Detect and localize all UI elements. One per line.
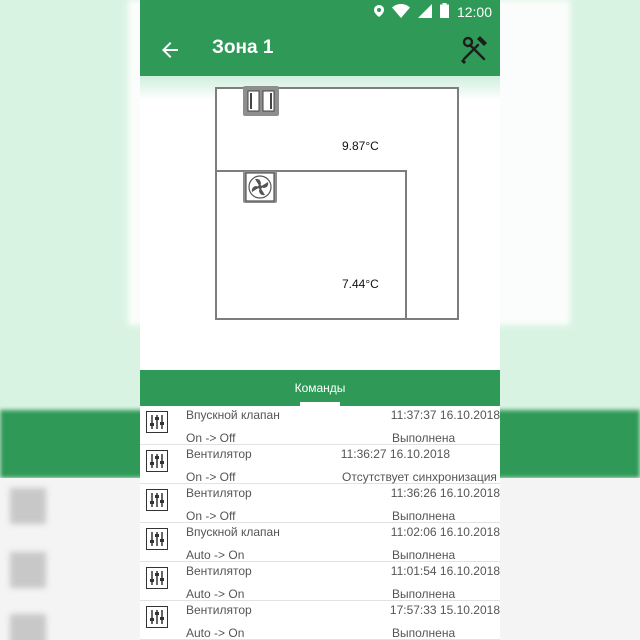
sliders-icon (146, 411, 168, 433)
command-status: Выполнена (392, 509, 456, 523)
command-status: Выполнена (392, 587, 456, 601)
command-change: Auto -> On (186, 626, 245, 640)
list-item[interactable]: Вентилятор 11:36:26 16.10.2018 On -> Off… (140, 484, 500, 523)
command-change: On -> Off (186, 431, 236, 445)
list-item[interactable]: Вентилятор 11:01:54 16.10.2018 Auto -> O… (140, 562, 500, 601)
room-temperature: 7.44°C (342, 277, 379, 291)
tools-icon[interactable] (458, 33, 490, 65)
command-device: Вентилятор (186, 564, 252, 578)
command-device: Впускной клапан (186, 408, 280, 422)
command-time: 11:36:26 16.10.2018 (390, 486, 500, 500)
list-item[interactable]: Впускной клапан 11:37:37 16.10.2018 On -… (140, 406, 500, 445)
sliders-icon (146, 489, 168, 511)
sliders-icon (146, 567, 168, 589)
back-arrow-icon[interactable] (154, 34, 186, 66)
tab-bar: Команды (140, 370, 500, 406)
command-change: On -> Off (186, 509, 236, 523)
floor-plan: 9.87°C 7.44°C (140, 76, 500, 370)
command-device: Вентилятор (186, 447, 252, 461)
signal-icon (417, 3, 432, 21)
fan-icon[interactable] (243, 171, 277, 203)
command-change: On -> Off (186, 470, 236, 484)
command-device: Впускной клапан (186, 525, 280, 539)
app-bar: Зона 1 (140, 24, 500, 76)
command-change: Auto -> On (186, 587, 245, 601)
valve-icon[interactable] (243, 86, 279, 116)
command-change: Auto -> On (186, 548, 245, 562)
battery-icon (439, 3, 449, 21)
status-bar: 12:00 (140, 0, 500, 24)
command-time: 11:02:06 16.10.2018 (390, 525, 500, 539)
tab-commands[interactable]: Команды (140, 370, 500, 406)
command-device: Вентилятор (186, 603, 252, 617)
command-device: Вентилятор (186, 486, 252, 500)
command-status: Отсутствует синхронизация (342, 470, 497, 484)
command-time: 11:01:54 16.10.2018 (390, 564, 500, 578)
location-icon (373, 4, 384, 20)
list-item[interactable]: Впускной клапан 11:02:06 16.10.2018 Auto… (140, 523, 500, 562)
wifi-icon (391, 3, 410, 21)
sliders-icon (146, 606, 168, 628)
command-status: Выполнена (392, 626, 456, 640)
sliders-icon (146, 450, 168, 472)
page-title: Зона 1 (212, 37, 274, 58)
room-temperature: 9.87°C (342, 139, 379, 153)
command-status: Выполнена (392, 431, 456, 445)
sliders-icon (146, 528, 168, 550)
list-item[interactable]: Вентилятор 17:57:33 15.10.2018 Auto -> O… (140, 601, 500, 640)
command-time: 17:57:33 15.10.2018 (389, 603, 500, 617)
clock: 12:00 (456, 4, 492, 20)
phone-screen: 12:00 Зона 1 9.87°C 7.44°C Команды Впуск… (140, 0, 500, 640)
list-item[interactable]: Вентилятор 11:36:27 16.10.2018 On -> Off… (140, 445, 500, 484)
command-status: Выполнена (392, 548, 456, 562)
commands-list: Впускной клапан 11:37:37 16.10.2018 On -… (140, 406, 500, 640)
command-time: 11:37:37 16.10.2018 (390, 408, 500, 422)
command-time: 11:36:27 16.10.2018 (340, 447, 450, 461)
